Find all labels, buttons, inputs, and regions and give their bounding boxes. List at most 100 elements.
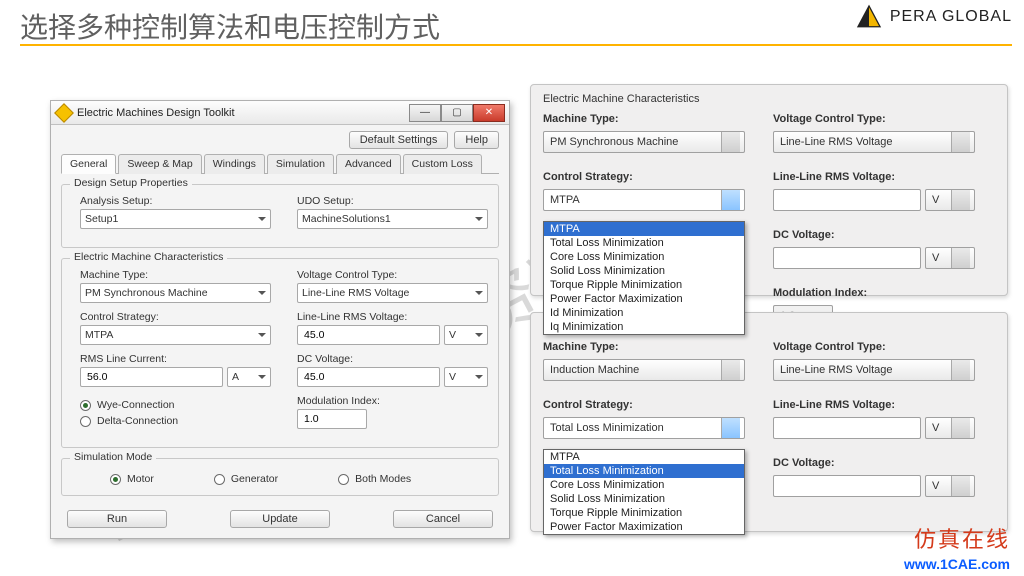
p2-llrms-unit[interactable]: V [925,417,975,439]
rms-line-current-input[interactable] [80,367,223,387]
slide-title: 选择多种控制算法和电压控制方式 [20,6,440,46]
control-strategy-combo[interactable]: MTPA [80,325,271,345]
modulation-index-label: Modulation Index: [297,395,488,407]
p2-control-strategy-dropdown[interactable]: MTPATotal Loss MinimizationCore Loss Min… [543,449,745,535]
dropdown-option[interactable]: MTPA [544,450,744,464]
udo-setup-label: UDO Setup: [297,195,488,207]
p1-dcv-input[interactable] [773,247,921,269]
p2-control-strategy-label: Control Strategy: [543,399,745,411]
brand-text: PERA GLOBAL [890,8,1012,26]
maximize-button[interactable]: ▢ [441,104,473,122]
p2-llrms-input[interactable] [773,417,921,439]
dialog-title: Electric Machines Design Toolkit [77,107,409,119]
dropdown-option[interactable]: Core Loss Minimization [544,250,744,264]
machine-type-label: Machine Type: [80,269,271,281]
analysis-setup-combo[interactable]: Setup1 [80,209,271,229]
tab-custom-loss[interactable]: Custom Loss [403,154,482,174]
p1-control-strategy-dropdown[interactable]: MTPATotal Loss MinimizationCore Loss Min… [543,221,745,335]
tab-advanced[interactable]: Advanced [336,154,401,174]
llrms-voltage-unit[interactable]: V [444,325,488,345]
close-button[interactable]: ✕ [473,104,505,122]
minimize-button[interactable]: — [409,104,441,122]
voltage-control-type-combo[interactable]: Line-Line RMS Voltage [297,283,488,303]
p1-llrms-input[interactable] [773,189,921,211]
run-button[interactable]: Run [67,510,167,528]
p1-dcv-unit[interactable]: V [925,247,975,269]
p2-dcv-label: DC Voltage: [773,457,975,469]
dropdown-option[interactable]: Torque Ripple Minimization [544,506,744,520]
panel-induction: Electric Machine Characteristics Machine… [530,312,1008,532]
p2-dcv-unit[interactable]: V [925,475,975,497]
p1-modidx-label: Modulation Index: [773,287,975,299]
tab-windings[interactable]: Windings [204,154,265,174]
p1-control-strategy-label: Control Strategy: [543,171,745,183]
emc-group: Electric Machine Characteristics Machine… [61,258,499,448]
app-icon [54,103,74,123]
p2-vct-combo[interactable]: Line-Line RMS Voltage [773,359,975,381]
dc-voltage-label: DC Voltage: [297,353,488,365]
tabs: General Sweep & Map Windings Simulation … [61,153,499,174]
both-modes-label: Both Modes [355,473,411,485]
p1-llrms-label: Line-Line RMS Voltage: [773,171,975,183]
design-setup-title: Design Setup Properties [70,177,192,189]
tab-general[interactable]: General [61,154,116,174]
dropdown-option[interactable]: Power Factor Maximization [544,520,744,534]
design-setup-group: Design Setup Properties Analysis Setup: … [61,184,499,248]
generator-radio[interactable]: Generator [214,473,278,485]
llrms-voltage-label: Line-Line RMS Voltage: [297,311,488,323]
cancel-button[interactable]: Cancel [393,510,493,528]
machine-type-combo[interactable]: PM Synchronous Machine [80,283,271,303]
p1-machine-type-label: Machine Type: [543,113,745,125]
p2-machine-type-combo[interactable]: Induction Machine [543,359,745,381]
llrms-voltage-input[interactable] [297,325,440,345]
delta-connection-label: Delta-Connection [97,415,178,427]
emc-group-title: Electric Machine Characteristics [70,251,227,263]
p2-control-strategy-combo[interactable]: Total Loss Minimization [543,417,745,439]
dropdown-option[interactable]: Total Loss Minimization [544,464,744,478]
voltage-control-type-label: Voltage Control Type: [297,269,488,281]
control-strategy-label: Control Strategy: [80,311,271,323]
tab-sweep-map[interactable]: Sweep & Map [118,154,201,174]
rms-line-current-unit[interactable]: A [227,367,271,387]
dropdown-option[interactable]: Iq Minimization [544,320,744,334]
dc-voltage-unit[interactable]: V [444,367,488,387]
dropdown-option[interactable]: Solid Loss Minimization [544,492,744,506]
stamp-red: 仿真在线 [914,522,1010,554]
dropdown-option[interactable]: Core Loss Minimization [544,478,744,492]
both-modes-radio[interactable]: Both Modes [338,473,411,485]
dialog-titlebar[interactable]: Electric Machines Design Toolkit — ▢ ✕ [51,101,509,125]
update-button[interactable]: Update [230,510,330,528]
help-button[interactable]: Help [454,131,499,149]
dropdown-option[interactable]: Id Minimization [544,306,744,320]
p1-vct-label: Voltage Control Type: [773,113,975,125]
dropdown-option[interactable]: Solid Loss Minimization [544,264,744,278]
modulation-index-input[interactable] [297,409,367,429]
p1-machine-type-combo[interactable]: PM Synchronous Machine [543,131,745,153]
default-settings-button[interactable]: Default Settings [349,131,449,149]
p2-vct-label: Voltage Control Type: [773,341,975,353]
brand-logo-icon [856,4,882,30]
rms-line-current-label: RMS Line Current: [80,353,271,365]
p2-dcv-input[interactable] [773,475,921,497]
brand-block: PERA GLOBAL [856,4,1012,30]
wye-connection-radio[interactable]: Wye-Connection [80,399,271,411]
dropdown-option[interactable]: Power Factor Maximization [544,292,744,306]
p1-vct-combo[interactable]: Line-Line RMS Voltage [773,131,975,153]
generator-label: Generator [231,473,278,485]
p1-control-strategy-combo[interactable]: MTPA [543,189,745,211]
tab-simulation[interactable]: Simulation [267,154,334,174]
p1-llrms-unit[interactable]: V [925,189,975,211]
dropdown-option[interactable]: Torque Ripple Minimization [544,278,744,292]
dropdown-option[interactable]: Total Loss Minimization [544,236,744,250]
motor-radio[interactable]: Motor [110,473,154,485]
analysis-setup-label: Analysis Setup: [80,195,271,207]
udo-setup-combo[interactable]: MachineSolutions1 [297,209,488,229]
dropdown-option[interactable]: MTPA [544,222,744,236]
dc-voltage-input[interactable] [297,367,440,387]
wye-connection-label: Wye-Connection [97,399,175,411]
panel-pm-sync: Electric Machine Characteristics Machine… [530,84,1008,296]
delta-connection-radio[interactable]: Delta-Connection [80,415,271,427]
p2-llrms-label: Line-Line RMS Voltage: [773,399,975,411]
title-underline [20,44,1012,46]
toolkit-dialog: Electric Machines Design Toolkit — ▢ ✕ D… [50,100,510,539]
